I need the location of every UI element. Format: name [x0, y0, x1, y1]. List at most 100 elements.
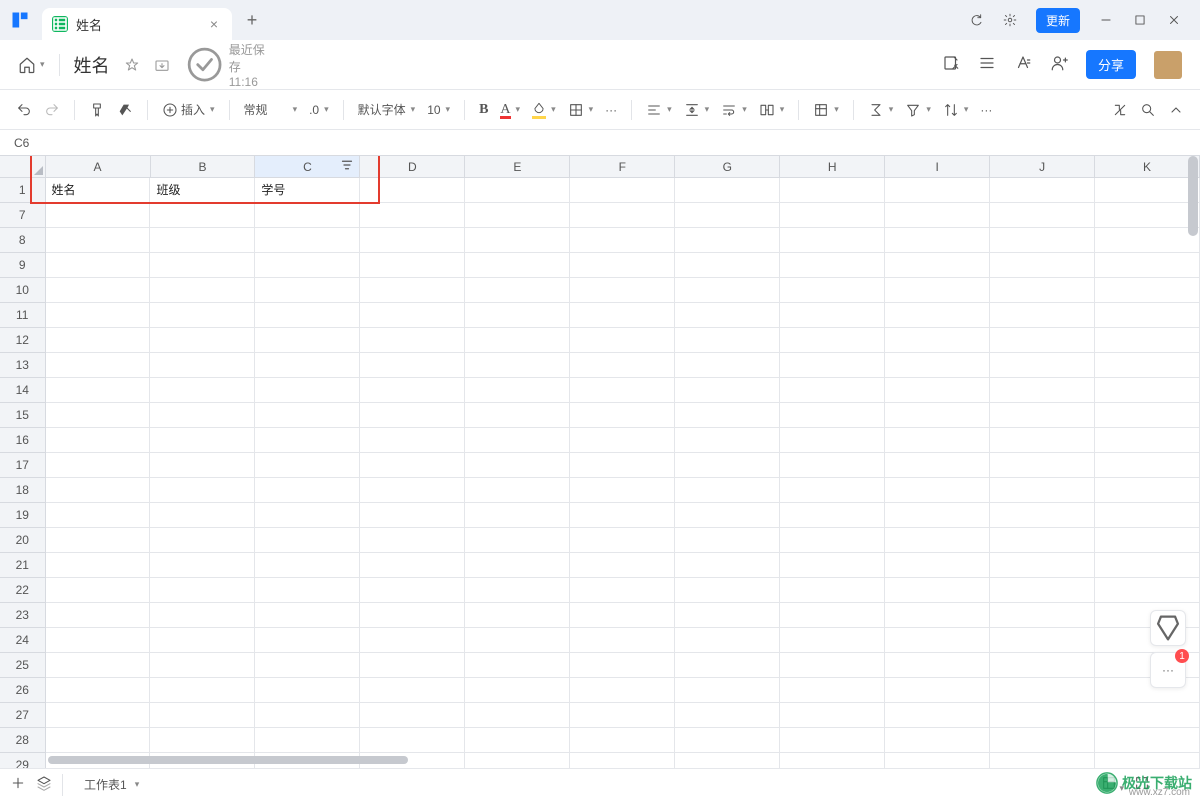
number-format-dropdown[interactable]: 常规▾	[242, 97, 300, 122]
cell[interactable]	[675, 503, 780, 528]
view-mode-button[interactable]: ▾	[1101, 775, 1124, 794]
cell[interactable]	[150, 528, 255, 553]
cell[interactable]	[1095, 503, 1200, 528]
cell[interactable]	[780, 228, 885, 253]
cell[interactable]	[360, 203, 465, 228]
cell[interactable]	[570, 278, 675, 303]
cell[interactable]	[885, 728, 990, 753]
cell[interactable]	[1095, 203, 1200, 228]
cell[interactable]	[675, 653, 780, 678]
merge-cells-button[interactable]: ▾	[757, 98, 787, 122]
column-header-I[interactable]: I	[885, 156, 990, 177]
cell[interactable]	[255, 603, 360, 628]
cell[interactable]	[885, 553, 990, 578]
cell[interactable]	[465, 578, 570, 603]
find-button[interactable]	[1138, 98, 1158, 122]
column-header-C[interactable]: C	[255, 156, 360, 177]
cell[interactable]	[46, 278, 151, 303]
window-close-icon[interactable]	[1166, 12, 1182, 28]
cell[interactable]	[570, 628, 675, 653]
cell[interactable]	[570, 553, 675, 578]
cell[interactable]	[46, 403, 151, 428]
cell[interactable]	[255, 478, 360, 503]
cell[interactable]	[885, 303, 990, 328]
cell[interactable]	[360, 353, 465, 378]
cell[interactable]	[675, 303, 780, 328]
sheet-tab-menu-icon[interactable]: ▾	[135, 779, 140, 790]
cell[interactable]	[360, 428, 465, 453]
all-sheets-button[interactable]	[36, 775, 52, 794]
column-header-H[interactable]: H	[780, 156, 885, 177]
cell[interactable]	[465, 428, 570, 453]
cell[interactable]	[255, 628, 360, 653]
cell[interactable]	[780, 528, 885, 553]
cell[interactable]	[990, 678, 1095, 703]
spreadsheet-grid[interactable]: ABCDEFGHIJK 1姓名班级学号789101112131415161718…	[0, 156, 1200, 768]
redo-button[interactable]	[42, 98, 62, 122]
vertical-scrollbar[interactable]	[1188, 156, 1198, 236]
row-header[interactable]: 23	[0, 603, 46, 628]
cell[interactable]	[360, 253, 465, 278]
cell[interactable]	[465, 528, 570, 553]
cell[interactable]: 学号	[255, 178, 360, 203]
cell[interactable]	[360, 703, 465, 728]
cell[interactable]	[780, 353, 885, 378]
sync-icon[interactable]	[968, 12, 984, 28]
v-align-button[interactable]: ▾	[682, 98, 712, 122]
cell[interactable]	[150, 403, 255, 428]
cell[interactable]	[675, 203, 780, 228]
cell[interactable]	[990, 578, 1095, 603]
update-button[interactable]: 更新	[1036, 8, 1080, 33]
cell[interactable]	[885, 603, 990, 628]
cell[interactable]	[990, 378, 1095, 403]
cell[interactable]	[255, 553, 360, 578]
cell[interactable]	[780, 553, 885, 578]
cell[interactable]	[1095, 228, 1200, 253]
cell[interactable]	[360, 603, 465, 628]
tab-close-icon[interactable]: ×	[210, 16, 218, 32]
cell[interactable]	[465, 403, 570, 428]
row-header[interactable]: 28	[0, 728, 46, 753]
row-header[interactable]: 24	[0, 628, 46, 653]
move-to-folder-icon[interactable]	[154, 57, 170, 73]
row-header[interactable]: 18	[0, 478, 46, 503]
row-header[interactable]: 21	[0, 553, 46, 578]
cell[interactable]	[360, 403, 465, 428]
cell[interactable]	[150, 653, 255, 678]
cell[interactable]	[675, 428, 780, 453]
cell[interactable]	[360, 228, 465, 253]
cell[interactable]	[46, 353, 151, 378]
cell[interactable]	[990, 553, 1095, 578]
cell[interactable]	[360, 378, 465, 403]
cell[interactable]	[46, 378, 151, 403]
cell[interactable]	[780, 178, 885, 203]
formula-button[interactable]: ▾	[866, 98, 896, 122]
cell[interactable]	[780, 403, 885, 428]
cell[interactable]	[465, 603, 570, 628]
cell[interactable]	[675, 678, 780, 703]
cell[interactable]	[1095, 178, 1200, 203]
insert-dropdown[interactable]: 插入▾	[160, 97, 217, 122]
cell[interactable]	[885, 453, 990, 478]
horizontal-scrollbar-track[interactable]	[48, 756, 1180, 766]
cell[interactable]	[150, 478, 255, 503]
fullscreen-button[interactable]	[1134, 775, 1150, 794]
cell[interactable]	[780, 478, 885, 503]
cell[interactable]	[885, 378, 990, 403]
cell[interactable]	[1095, 528, 1200, 553]
cell[interactable]	[46, 678, 151, 703]
row-header[interactable]: 25	[0, 653, 46, 678]
conditional-format-button[interactable]: ▾	[811, 98, 841, 122]
cell[interactable]	[1095, 578, 1200, 603]
cell[interactable]	[885, 178, 990, 203]
cell[interactable]	[46, 628, 151, 653]
cell[interactable]	[885, 478, 990, 503]
cell[interactable]	[46, 728, 151, 753]
cell[interactable]	[46, 553, 151, 578]
cell[interactable]	[1095, 703, 1200, 728]
cell[interactable]	[570, 228, 675, 253]
cell[interactable]	[150, 228, 255, 253]
cell[interactable]	[255, 328, 360, 353]
cell[interactable]	[465, 278, 570, 303]
cell[interactable]	[675, 228, 780, 253]
